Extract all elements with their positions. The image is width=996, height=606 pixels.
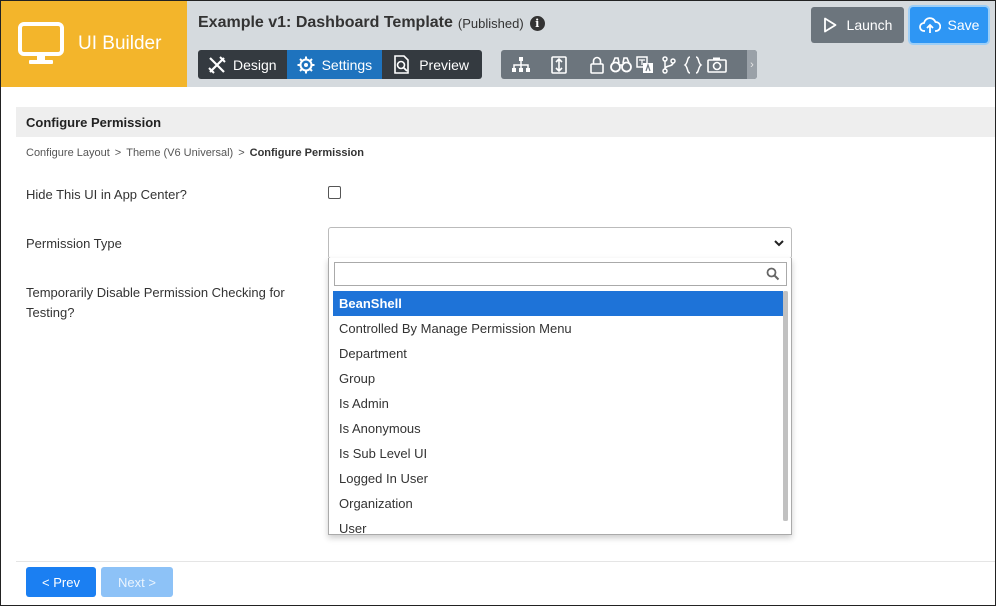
- tab-settings[interactable]: Settings: [286, 50, 383, 79]
- disable-check-label: Temporarily Disable Permission Checking …: [26, 283, 285, 323]
- tab-design[interactable]: Design: [198, 50, 287, 79]
- builder-toolbar: ›: [501, 50, 757, 79]
- chevron-down-icon: [774, 240, 784, 247]
- save-button[interactable]: Save: [910, 7, 988, 43]
- tab-settings-label: Settings: [321, 56, 373, 73]
- permission-type-select[interactable]: [328, 227, 792, 259]
- dropdown-option[interactable]: Group: [333, 366, 788, 391]
- app-title: Example v1: Dashboard Template (Publishe…: [198, 14, 545, 32]
- breadcrumb-separator: >: [238, 147, 245, 159]
- hide-ui-label: Hide This UI in App Center?: [26, 187, 187, 202]
- translate-icon[interactable]: [633, 55, 657, 75]
- search-icon: [766, 267, 780, 281]
- dropdown-option[interactable]: Department: [333, 341, 788, 366]
- permission-type-label: Permission Type: [26, 236, 122, 251]
- permission-type-dropdown: BeanShell Controlled By Manage Permissio…: [328, 258, 792, 535]
- dropdown-option[interactable]: Is Admin: [333, 391, 788, 416]
- dropdown-option[interactable]: Controlled By Manage Permission Menu: [333, 316, 788, 341]
- tab-preview-label: Preview: [419, 56, 469, 73]
- binoculars-icon[interactable]: [609, 55, 633, 75]
- breadcrumb-separator: >: [114, 147, 122, 159]
- camera-icon[interactable]: [705, 55, 729, 75]
- tab-design-label: Design: [233, 56, 277, 73]
- dropdown-scrollbar-thumb[interactable]: [783, 291, 788, 521]
- design-tools-icon: [208, 55, 226, 74]
- brand-logo[interactable]: UI Builder: [1, 1, 187, 87]
- disable-check-label-line1: Temporarily Disable Permission Checking …: [26, 285, 285, 300]
- tab-preview[interactable]: Preview: [382, 50, 479, 79]
- breadcrumb: Configure Layout > Theme (V6 Universal) > Co…: [26, 147, 364, 159]
- dropdown-scrollbar[interactable]: [783, 291, 788, 521]
- hide-ui-checkbox[interactable]: [328, 186, 341, 199]
- dropdown-option[interactable]: Logged In User: [333, 466, 788, 491]
- toolbar-scroll-right[interactable]: ›: [747, 50, 757, 79]
- disable-check-label-line2: Testing?: [26, 305, 75, 320]
- launch-button[interactable]: Launch: [811, 7, 904, 43]
- info-icon[interactable]: i: [529, 15, 545, 31]
- dropdown-option[interactable]: Is Anonymous: [333, 416, 788, 441]
- prev-button[interactable]: < Prev: [26, 567, 96, 597]
- branch-icon[interactable]: [657, 55, 681, 75]
- mode-tabs: Design Settings Preview: [198, 50, 482, 79]
- section-title: Configure Permission: [16, 107, 995, 137]
- next-button[interactable]: Next >: [101, 567, 173, 597]
- lock-icon[interactable]: [585, 55, 609, 75]
- import-export-icon[interactable]: [547, 55, 571, 75]
- sitemap-icon[interactable]: [509, 55, 533, 75]
- footer-divider: [16, 561, 995, 562]
- app-name: Example v1: Dashboard Template: [198, 14, 453, 31]
- cloud-upload-icon: [918, 17, 941, 33]
- breadcrumb-item[interactable]: Configure Layout: [26, 147, 110, 159]
- brand-title: UI Builder: [78, 33, 162, 54]
- dropdown-options: BeanShell Controlled By Manage Permissio…: [333, 291, 788, 534]
- save-label: Save: [947, 17, 980, 33]
- play-icon: [823, 17, 836, 33]
- monitor-icon: [18, 22, 64, 64]
- dropdown-option[interactable]: Organization: [333, 491, 788, 516]
- breadcrumb-current: Configure Permission: [249, 147, 364, 159]
- code-braces-icon[interactable]: [681, 55, 705, 75]
- launch-label: Launch: [846, 17, 893, 33]
- preview-icon: [394, 54, 409, 74]
- gear-icon: [297, 56, 315, 73]
- dropdown-option[interactable]: User: [333, 516, 788, 534]
- dropdown-option[interactable]: BeanShell: [333, 291, 788, 316]
- dropdown-option[interactable]: Is Sub Level UI: [333, 441, 788, 466]
- app-header: UI Builder Example v1: Dashboard Templat…: [1, 1, 995, 87]
- publish-status: (Published): [457, 15, 524, 31]
- dropdown-search-input[interactable]: [334, 262, 787, 286]
- breadcrumb-item[interactable]: Theme (V6 Universal): [126, 147, 233, 159]
